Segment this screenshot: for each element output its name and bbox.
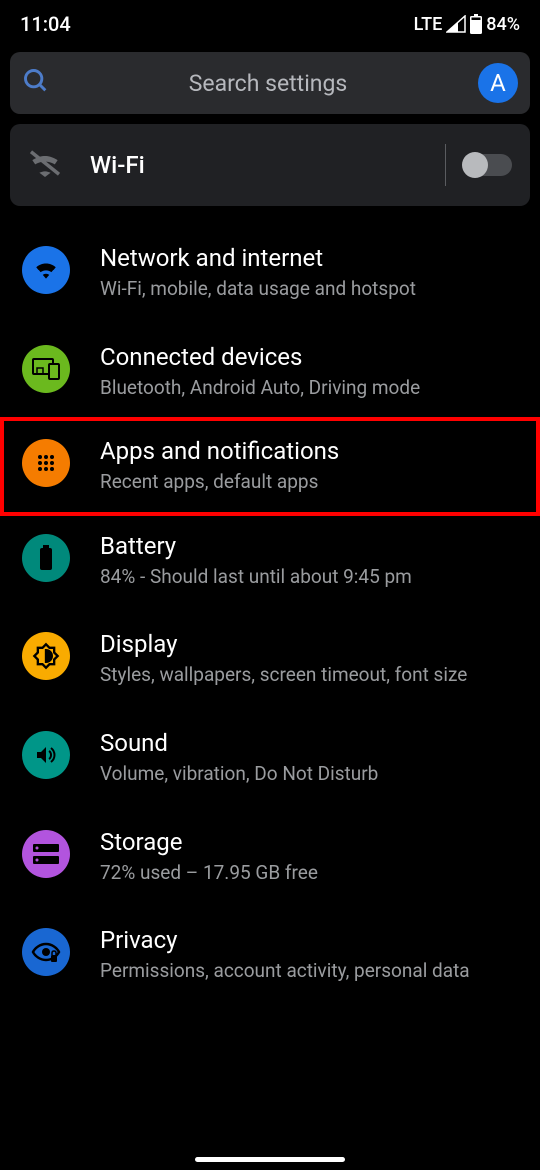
wifi-quick-card[interactable]: Wi-Fi (10, 124, 530, 206)
search-bar[interactable]: Search settings A (10, 52, 530, 114)
battery-percent-label: 84% (486, 14, 520, 35)
status-time: 11:04 (20, 12, 71, 36)
wifi-toggle[interactable] (464, 154, 512, 176)
avatar-letter: A (490, 69, 506, 97)
setting-title: Storage (100, 828, 518, 856)
setting-item-sound[interactable]: Sound Volume, vibration, Do Not Disturb (0, 709, 540, 808)
setting-subtitle: Permissions, account activity, personal … (100, 958, 518, 985)
devices-icon (22, 345, 70, 393)
setting-title: Battery (100, 532, 518, 560)
setting-subtitle: 84% - Should last until about 9:45 pm (100, 564, 518, 591)
display-icon (22, 632, 70, 680)
wifi-off-icon (28, 149, 62, 181)
status-bar: 11:04 LTE 84% (0, 0, 540, 44)
signal-icon (446, 15, 466, 33)
setting-text: Network and internet Wi-Fi, mobile, data… (100, 244, 518, 303)
setting-text: Sound Volume, vibration, Do Not Disturb (100, 729, 518, 788)
setting-title: Sound (100, 729, 518, 757)
setting-item-storage[interactable]: Storage 72% used – 17.95 GB free (0, 808, 540, 907)
setting-item-connected[interactable]: Connected devices Bluetooth, Android Aut… (0, 323, 540, 422)
setting-text: Display Styles, wallpapers, screen timeo… (100, 630, 518, 689)
divider (445, 144, 446, 186)
setting-title: Network and internet (100, 244, 518, 272)
setting-text: Battery 84% - Should last until about 9:… (100, 532, 518, 591)
apps-icon (22, 439, 70, 487)
setting-title: Apps and notifications (100, 437, 518, 465)
search-placeholder: Search settings (58, 70, 478, 97)
setting-text: Apps and notifications Recent apps, defa… (100, 437, 518, 496)
setting-subtitle: 72% used – 17.95 GB free (100, 860, 518, 887)
setting-text: Storage 72% used – 17.95 GB free (100, 828, 518, 887)
privacy-icon (22, 928, 70, 976)
setting-item-display[interactable]: Display Styles, wallpapers, screen timeo… (0, 610, 540, 709)
setting-item-privacy[interactable]: Privacy Permissions, account activity, p… (0, 906, 540, 1005)
setting-title: Connected devices (100, 343, 518, 371)
sound-icon (22, 731, 70, 779)
setting-subtitle: Recent apps, default apps (100, 469, 518, 496)
storage-icon (22, 830, 70, 878)
battery-icon (470, 14, 482, 34)
setting-item-battery[interactable]: Battery 84% - Should last until about 9:… (0, 512, 540, 611)
network-type-label: LTE (414, 14, 443, 35)
setting-title: Privacy (100, 926, 518, 954)
toggle-knob (462, 152, 488, 178)
setting-subtitle: Volume, vibration, Do Not Disturb (100, 761, 518, 788)
setting-title: Display (100, 630, 518, 658)
profile-avatar[interactable]: A (478, 63, 518, 103)
settings-list: Network and internet Wi-Fi, mobile, data… (0, 216, 540, 1013)
setting-item-apps[interactable]: Apps and notifications Recent apps, defa… (0, 417, 540, 516)
search-icon (22, 67, 50, 99)
wifi-label: Wi-Fi (90, 151, 445, 179)
navigation-handle[interactable] (195, 1157, 345, 1162)
setting-text: Privacy Permissions, account activity, p… (100, 926, 518, 985)
setting-text: Connected devices Bluetooth, Android Aut… (100, 343, 518, 402)
setting-subtitle: Bluetooth, Android Auto, Driving mode (100, 375, 518, 402)
setting-subtitle: Wi-Fi, mobile, data usage and hotspot (100, 276, 518, 303)
setting-subtitle: Styles, wallpapers, screen timeout, font… (100, 662, 518, 689)
battery-icon (22, 534, 70, 582)
status-right: LTE 84% (414, 14, 520, 35)
setting-item-network[interactable]: Network and internet Wi-Fi, mobile, data… (0, 224, 540, 323)
wifi-icon (22, 246, 70, 294)
